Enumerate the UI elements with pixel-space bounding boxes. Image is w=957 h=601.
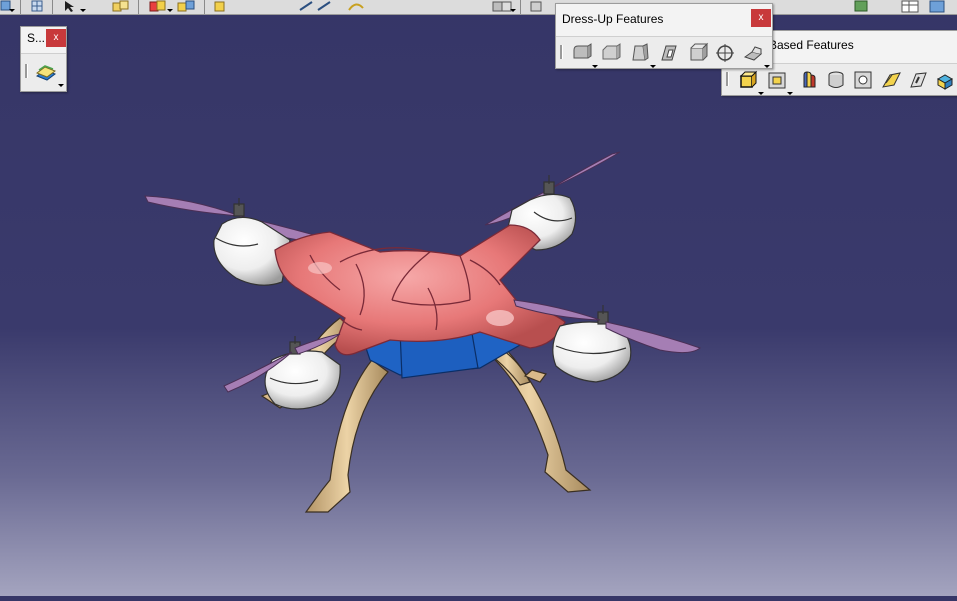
top-toolbar-strip <box>0 0 957 15</box>
window-icon[interactable] <box>928 0 948 13</box>
select-icon[interactable] <box>62 0 80 13</box>
shell-icon[interactable] <box>658 42 680 64</box>
fillet-icon[interactable] <box>571 42 593 64</box>
draft-icon[interactable] <box>628 42 650 64</box>
dressup-features-toolbar: Dress-Up Features x <box>555 3 773 69</box>
solid-combine-icon[interactable] <box>934 69 956 91</box>
curve-icon[interactable] <box>346 0 366 13</box>
measure-icon[interactable] <box>852 0 872 13</box>
3d-viewport[interactable] <box>0 14 957 596</box>
thickness-icon[interactable] <box>687 42 709 64</box>
assemble-icon[interactable] <box>176 0 198 13</box>
line-icon[interactable] <box>296 0 336 13</box>
chamfer-icon[interactable] <box>600 42 622 64</box>
rib-icon[interactable] <box>880 69 902 91</box>
hole-icon[interactable] <box>852 69 874 91</box>
table-icon[interactable] <box>900 0 922 13</box>
sketch-based-toolbar-title: Based Features <box>769 38 854 52</box>
dressup-toolbar-title: Dress-Up Features <box>562 12 664 26</box>
pocket-icon[interactable] <box>766 69 788 91</box>
remove-face-icon[interactable] <box>742 42 764 64</box>
thread-icon[interactable] <box>714 42 736 64</box>
grid-icon[interactable] <box>30 0 46 13</box>
groove-icon[interactable] <box>825 69 847 91</box>
parts-icon[interactable] <box>110 0 132 13</box>
drone-body-shell <box>274 224 566 356</box>
pad-icon[interactable] <box>737 69 759 91</box>
dressup-close-button[interactable]: x <box>751 9 771 27</box>
drone-model[interactable] <box>0 14 957 596</box>
slot-icon[interactable] <box>907 69 929 91</box>
shaft-icon[interactable] <box>798 69 820 91</box>
render-icon[interactable] <box>528 0 548 13</box>
axis-icon[interactable] <box>212 0 230 13</box>
